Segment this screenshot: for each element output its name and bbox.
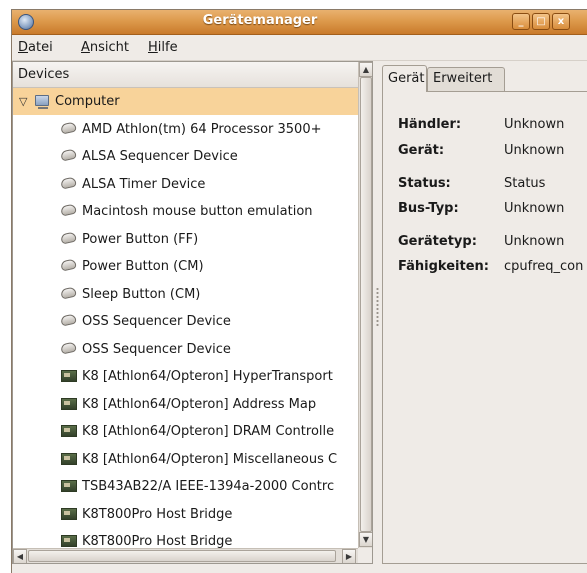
chip-icon bbox=[61, 425, 77, 437]
tree-item-label: Power Button (CM) bbox=[82, 259, 204, 274]
device-manager-window: Gerätemanager _ □ x Datei Ansicht Hilfe … bbox=[11, 9, 587, 573]
scroll-left-arrow-icon[interactable]: ◀ bbox=[13, 549, 27, 563]
tree-item-label: Power Button (FF) bbox=[82, 232, 199, 247]
chip-icon bbox=[61, 398, 77, 410]
scroll-down-arrow-icon[interactable]: ▼ bbox=[359, 532, 372, 547]
device-icon bbox=[60, 121, 77, 135]
tree-item[interactable]: AMD Athlon(tm) 64 Processor 3500+ bbox=[13, 116, 358, 143]
status-label: Status: bbox=[398, 176, 451, 191]
status-value: Status bbox=[504, 176, 546, 191]
capabilities-value: cpufreq_con bbox=[504, 259, 584, 274]
tree-item[interactable]: Sleep Button (CM) bbox=[13, 281, 358, 308]
tree-item[interactable]: K8 [Athlon64/Opteron] Address Map bbox=[13, 391, 358, 418]
device-value: Unknown bbox=[504, 143, 565, 158]
chip-icon bbox=[61, 453, 77, 465]
tree-item[interactable]: OSS Sequencer Device bbox=[13, 336, 358, 363]
chip-icon bbox=[61, 535, 77, 547]
device-icon bbox=[60, 231, 77, 245]
tree-item[interactable]: K8 [Athlon64/Opteron] Miscellaneous C bbox=[13, 446, 358, 473]
tree-item[interactable]: Macintosh mouse button emulation bbox=[13, 198, 358, 225]
device-icon bbox=[60, 313, 77, 327]
tree-item-label: K8 [Athlon64/Opteron] DRAM Controlle bbox=[82, 424, 335, 439]
scrollbar-corner bbox=[358, 548, 372, 563]
horizontal-scrollbar[interactable]: ◀ ▶ bbox=[13, 548, 358, 563]
tree-item[interactable]: ALSA Sequencer Device bbox=[13, 143, 358, 170]
tree-item[interactable]: Power Button (CM) bbox=[13, 253, 358, 280]
chip-icon bbox=[61, 370, 77, 382]
device-icon bbox=[60, 203, 77, 217]
tree-item[interactable]: ALSA Timer Device bbox=[13, 171, 358, 198]
tree-column-header[interactable]: Devices bbox=[13, 62, 358, 88]
device-type-value: Unknown bbox=[504, 234, 565, 249]
tree-item-label: TSB43AB22/A IEEE-1394a-2000 Contrc bbox=[82, 479, 335, 494]
scroll-up-arrow-icon[interactable]: ▲ bbox=[359, 62, 372, 77]
device-type-label: Gerätetyp: bbox=[398, 234, 477, 249]
tree-item-label: Sleep Button (CM) bbox=[82, 287, 201, 302]
tree-item[interactable]: K8 [Athlon64/Opteron] HyperTransport bbox=[13, 363, 358, 390]
menu-datei[interactable]: Datei bbox=[18, 40, 53, 55]
menu-datei-label: atei bbox=[28, 40, 53, 55]
tree-item-label: ALSA Timer Device bbox=[82, 177, 206, 192]
device-icon bbox=[60, 148, 77, 162]
pane-splitter[interactable] bbox=[373, 61, 382, 564]
tree-item-label: K8 [Athlon64/Opteron] HyperTransport bbox=[82, 369, 333, 384]
tree-item[interactable]: TSB43AB22/A IEEE-1394a-2000 Contrc bbox=[13, 473, 358, 500]
title-bar[interactable]: Gerätemanager _ □ x bbox=[12, 10, 587, 35]
menu-hilfe[interactable]: Hilfe bbox=[148, 40, 178, 55]
chip-icon bbox=[61, 508, 77, 520]
tab-erweitert[interactable]: Erweitert bbox=[427, 67, 505, 92]
tree-item[interactable]: K8 [Athlon64/Opteron] DRAM Controlle bbox=[13, 418, 358, 445]
tab-geraet[interactable]: Gerät bbox=[382, 65, 427, 92]
tree-item-label: ALSA Sequencer Device bbox=[82, 149, 238, 164]
vertical-scroll-thumb[interactable] bbox=[360, 77, 372, 532]
device-icon bbox=[60, 286, 77, 300]
horizontal-scroll-thumb[interactable] bbox=[28, 550, 336, 562]
capabilities-label: Fähigkeiten: bbox=[398, 259, 489, 274]
splitter-grip-icon[interactable] bbox=[376, 287, 379, 327]
computer-icon bbox=[35, 95, 49, 109]
bus-type-value: Unknown bbox=[504, 201, 565, 216]
device-tree: ▽ Computer AMD Athlon(tm) 64 Processor 3… bbox=[13, 88, 358, 548]
vendor-value: Unknown bbox=[504, 117, 565, 132]
device-properties-panel: Händler: Unknown Gerät: Unknown Status: … bbox=[382, 91, 587, 564]
scroll-right-arrow-icon[interactable]: ▶ bbox=[342, 549, 356, 563]
vendor-label: Händler: bbox=[398, 117, 462, 132]
bus-type-label: Bus-Typ: bbox=[398, 201, 459, 216]
menu-ansicht[interactable]: Ansicht bbox=[81, 40, 129, 55]
menu-hilfe-label: ilfe bbox=[157, 40, 178, 55]
expander-down-icon[interactable]: ▽ bbox=[19, 88, 27, 115]
minimize-button[interactable]: _ bbox=[512, 13, 530, 30]
tree-item[interactable]: Power Button (FF) bbox=[13, 226, 358, 253]
tree-root-label: Computer bbox=[55, 94, 120, 109]
vertical-scrollbar[interactable]: ▲ ▼ bbox=[358, 62, 372, 548]
tree-item-label: K8 [Athlon64/Opteron] Address Map bbox=[82, 397, 317, 412]
maximize-button[interactable]: □ bbox=[532, 13, 550, 30]
tree-item-label: Macintosh mouse button emulation bbox=[82, 204, 313, 219]
tree-item-label: OSS Sequencer Device bbox=[82, 314, 231, 329]
device-label: Gerät: bbox=[398, 143, 445, 158]
menu-datei-mnemonic: D bbox=[18, 40, 29, 55]
menu-bar: Datei Ansicht Hilfe bbox=[12, 35, 587, 61]
device-icon bbox=[60, 341, 77, 355]
menu-ansicht-label: nsicht bbox=[89, 40, 130, 55]
device-tree-pane: Devices ▽ Computer AMD Athlon(tm) 64 Pro… bbox=[12, 61, 373, 564]
tree-item-label: K8T800Pro Host Bridge bbox=[82, 507, 233, 522]
tree-item[interactable]: OSS Sequencer Device bbox=[13, 308, 358, 335]
menu-hilfe-mnemonic: H bbox=[148, 40, 158, 55]
window-title: Gerätemanager bbox=[202, 13, 318, 28]
menu-ansicht-mnemonic: A bbox=[81, 40, 90, 55]
tree-item-label: AMD Athlon(tm) 64 Processor 3500+ bbox=[82, 122, 322, 137]
tree-item-label: K8T800Pro Host Bridge bbox=[82, 534, 233, 548]
tree-item-label: K8 [Athlon64/Opteron] Miscellaneous C bbox=[82, 452, 338, 467]
tree-item-label: OSS Sequencer Device bbox=[82, 342, 231, 357]
device-icon bbox=[60, 176, 77, 190]
tree-item[interactable]: K8T800Pro Host Bridge bbox=[13, 528, 358, 548]
close-button[interactable]: x bbox=[552, 13, 570, 30]
tree-item[interactable]: K8T800Pro Host Bridge bbox=[13, 501, 358, 528]
chip-icon bbox=[61, 480, 77, 492]
tree-root-computer[interactable]: ▽ Computer bbox=[13, 88, 358, 115]
device-icon bbox=[60, 258, 77, 272]
